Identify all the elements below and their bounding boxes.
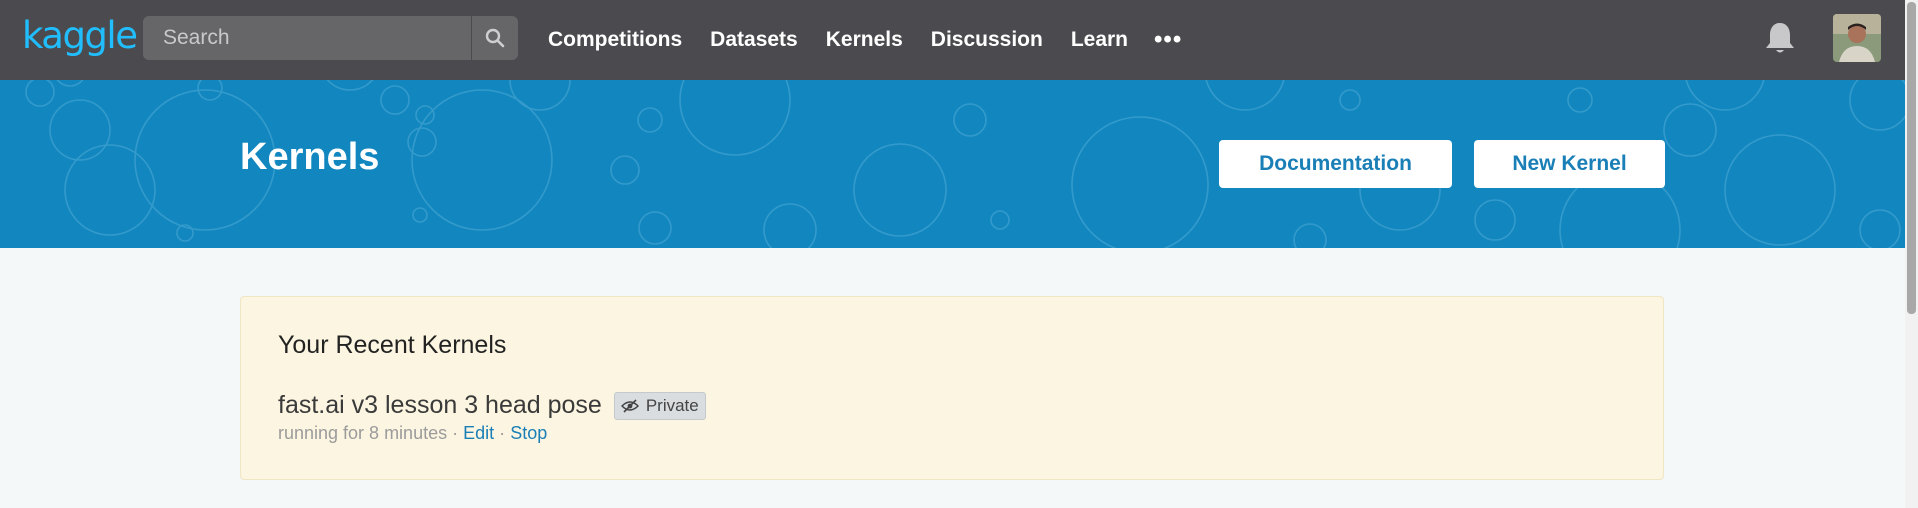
recent-kernels-card: Your Recent Kernels fast.ai v3 lesson 3 … <box>240 296 1664 480</box>
private-badge: Private <box>613 391 706 420</box>
edit-link[interactable]: Edit <box>463 423 494 443</box>
new-kernel-button[interactable]: New Kernel <box>1474 140 1665 188</box>
avatar[interactable] <box>1833 14 1881 62</box>
scrollbar-thumb[interactable] <box>1907 2 1916 314</box>
more-icon[interactable]: ••• <box>1154 26 1182 54</box>
documentation-button[interactable]: Documentation <box>1219 140 1452 188</box>
search-input[interactable] <box>143 16 471 60</box>
nav-kernels[interactable]: Kernels <box>826 0 903 80</box>
separator: · <box>499 423 506 443</box>
scrollbar[interactable] <box>1905 0 1918 508</box>
bell-icon[interactable] <box>1763 20 1797 56</box>
stop-link[interactable]: Stop <box>510 423 547 443</box>
nav-datasets[interactable]: Datasets <box>710 0 798 80</box>
search-icon <box>485 28 505 48</box>
recent-kernels-heading: Your Recent Kernels <box>278 331 507 359</box>
main-nav: Competitions Datasets Kernels Discussion… <box>548 0 1182 80</box>
kaggle-logo[interactable]: kaggle <box>22 14 138 58</box>
kernel-status: running for 8 minutes <box>278 423 448 443</box>
separator: · <box>452 423 459 443</box>
page-title: Kernels <box>240 136 380 178</box>
top-nav: kaggle Competitions Datasets Kernels Dis… <box>0 0 1905 80</box>
hero-banner: Kernels Documentation New Kernel <box>0 80 1905 248</box>
search-box <box>143 16 518 60</box>
kernel-title[interactable]: fast.ai v3 lesson 3 head pose <box>278 391 602 420</box>
eye-slash-icon <box>620 398 639 413</box>
badge-label: Private <box>645 395 699 415</box>
nav-discussion[interactable]: Discussion <box>931 0 1043 80</box>
nav-learn[interactable]: Learn <box>1071 0 1128 80</box>
nav-competitions[interactable]: Competitions <box>548 0 682 80</box>
kernel-row: fast.ai v3 lesson 3 head pose Private <box>278 391 706 420</box>
kernel-meta: running for 8 minutes · Edit · Stop <box>278 423 547 444</box>
search-button[interactable] <box>471 16 518 60</box>
